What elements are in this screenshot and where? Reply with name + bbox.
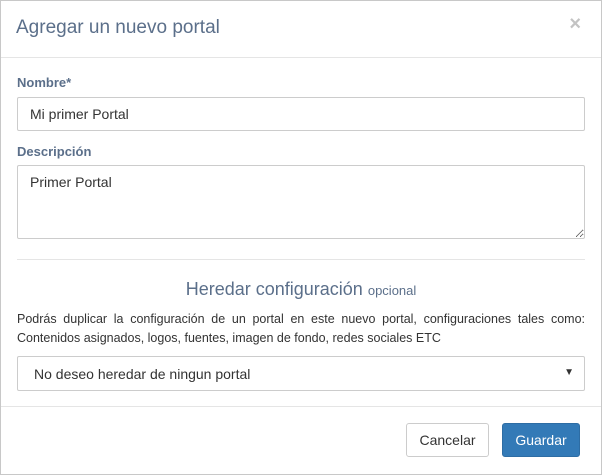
close-button[interactable]: × — [569, 14, 581, 34]
modal-header: Agregar un nuevo portal × — [1, 1, 601, 58]
modal-footer: Cancelar Guardar — [1, 406, 601, 474]
select-value: No deseo heredar de ningun portal — [34, 366, 251, 382]
save-button[interactable]: Guardar — [502, 423, 580, 457]
inherit-help-text: Podrás duplicar la configuración de un p… — [17, 312, 585, 345]
cancel-button[interactable]: Cancelar — [406, 423, 489, 457]
optional-label: opcional — [367, 283, 417, 298]
inherit-heading: Heredar configuración opcional — [1, 279, 601, 300]
add-portal-modal: Agregar un nuevo portal × Nombre* Descri… — [0, 0, 602, 475]
caret-down-icon: ▼ — [564, 367, 574, 378]
section-divider — [17, 259, 585, 260]
name-label: Nombre* — [17, 75, 72, 90]
description-label: Descripción — [17, 144, 92, 159]
description-textarea[interactable]: Primer Portal — [17, 165, 585, 239]
modal-title: Agregar un nuevo portal — [16, 17, 220, 38]
inherit-portal-select[interactable]: No deseo heredar de ningun portal ▼ — [17, 356, 585, 391]
inherit-heading-text: Heredar configuración — [185, 279, 363, 299]
name-input[interactable] — [17, 97, 585, 131]
